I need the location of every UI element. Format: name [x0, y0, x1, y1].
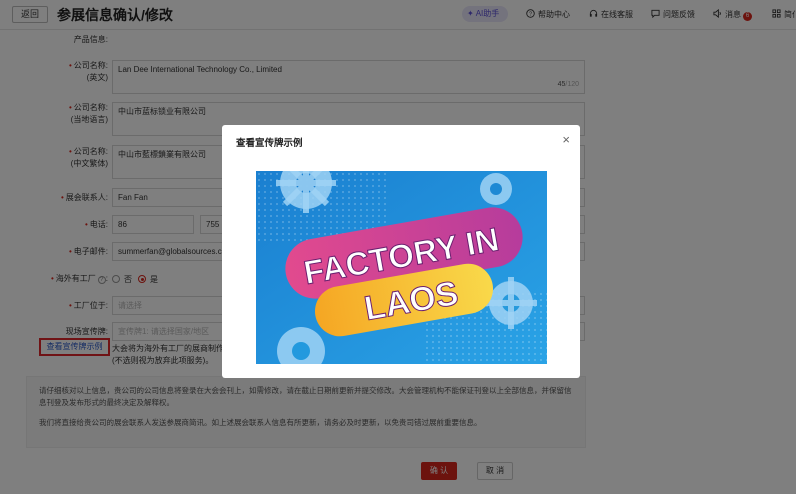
- modal-title: 查看宣传牌示例: [236, 138, 303, 149]
- signboard-example-modal: 查看宣传牌示例 × FACTORY IN LAOS: [222, 125, 580, 378]
- factory-banner-illustration: FACTORY IN LAOS: [256, 171, 547, 364]
- close-icon[interactable]: ×: [562, 133, 570, 146]
- signboard-example-image: FACTORY IN LAOS: [256, 171, 547, 364]
